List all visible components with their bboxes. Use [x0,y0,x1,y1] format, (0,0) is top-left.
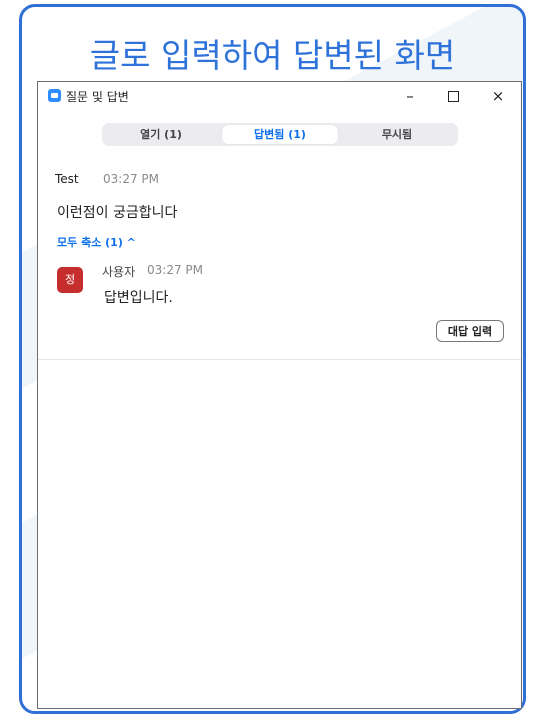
answer-text: 답변입니다. [104,290,173,306]
tab-open[interactable]: 열기 (1) [106,125,216,144]
answer-author: 사용자 [102,265,136,279]
minimize-button[interactable]: – [395,84,425,108]
maximize-icon [447,91,459,102]
avatar: 정 [57,267,83,293]
question-time: 03:27 PM [103,172,159,186]
frame-title: 글로 입력하여 답변된 화면 [89,36,456,75]
tab-dismissed[interactable]: 무시됨 [342,125,452,144]
question-text: 이런점이 궁금합니다 [57,205,178,221]
maximize-button[interactable] [438,84,468,108]
tab-answered[interactable]: 답변됨 (1) [222,125,338,144]
divider [38,359,521,360]
zoom-app-icon [48,89,61,102]
reply-button[interactable]: 대답 입력 [436,320,504,342]
question-author: Test [55,172,79,186]
collapse-all-link[interactable]: 모두 축소 (1) ^ [57,234,136,250]
title-bar[interactable]: 질문 및 답변 – × [38,82,521,110]
answer-time: 03:27 PM [147,263,203,277]
window-title: 질문 및 답변 [66,90,129,104]
tab-bar: 열기 (1) 답변됨 (1) 무시됨 [102,123,458,146]
qa-window: 질문 및 답변 – × 열기 (1) 답변됨 (1) 무시됨 Test 03:2… [37,81,522,709]
close-button[interactable]: × [483,84,513,108]
